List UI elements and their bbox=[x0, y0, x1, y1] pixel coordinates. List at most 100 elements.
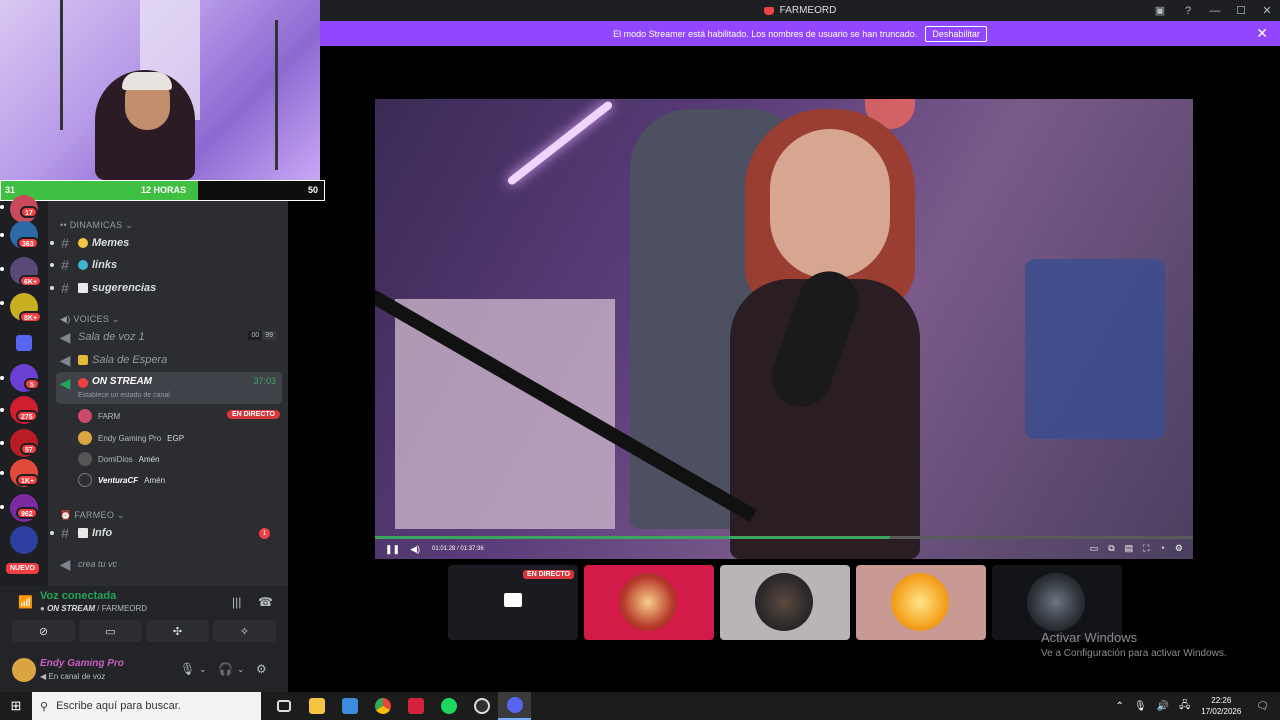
screen-share-button[interactable]: ▭ bbox=[79, 620, 142, 642]
task-view-button[interactable] bbox=[267, 692, 300, 720]
voice-channel-on-stream[interactable]: ◀ ON STREAM 37:03 Establece un estado de… bbox=[56, 372, 282, 404]
participant-thumb[interactable] bbox=[720, 565, 850, 640]
user-name[interactable]: Endy Gaming Pro bbox=[40, 658, 124, 669]
voice-channel-sala-de-espera[interactable]: ◀ Sala de Espera bbox=[56, 350, 282, 370]
unread-pip bbox=[0, 267, 4, 271]
volume-icon[interactable]: 🔊 bbox=[1157, 701, 1169, 712]
voice-connected-label[interactable]: Voz conectada bbox=[40, 590, 116, 602]
playback-time: 01:01:28 / 01:37:36 bbox=[432, 546, 484, 552]
pause-icon[interactable]: ❚❚ bbox=[385, 544, 400, 555]
category-label: VOICES bbox=[73, 314, 110, 324]
participant-thumb[interactable] bbox=[584, 565, 714, 640]
stream-stage: ❚❚ ◀) 01:01:28 / 01:37:36 ▭ ⧉ ▤ ⛶ ◔ ⚙ EN… bbox=[288, 46, 1280, 692]
taskbar-clock[interactable]: 22:26 17/02/2026 bbox=[1201, 695, 1241, 717]
voice-location[interactable]: ● ON STREAM / FARMEORD bbox=[40, 604, 147, 613]
participant-thumb[interactable] bbox=[992, 565, 1122, 640]
channel-sugerencias[interactable]: # sugerencias bbox=[50, 278, 282, 298]
screen-share-thumb[interactable]: EN DIRECTO bbox=[448, 565, 578, 640]
channel-list: •• DINAMICAS ⌄ # Memes # links # sugeren… bbox=[48, 201, 288, 586]
soundboard-button[interactable]: ✧ bbox=[213, 620, 276, 642]
channel-label: crea tu vc bbox=[78, 559, 118, 569]
obs-button[interactable] bbox=[465, 692, 498, 720]
category-voices[interactable]: ◀) VOICES ⌄ bbox=[60, 314, 120, 325]
channel-links[interactable]: # links bbox=[50, 255, 282, 275]
pip-icon[interactable]: ▭ bbox=[1090, 543, 1099, 554]
settings-icon[interactable]: ⚙ bbox=[1175, 543, 1183, 554]
help-icon[interactable]: ? bbox=[1174, 0, 1202, 21]
spotify-button[interactable] bbox=[432, 692, 465, 720]
channel-label: links bbox=[92, 259, 118, 271]
channel-status[interactable]: Establece un estado de canal bbox=[78, 392, 170, 399]
tray-overflow-icon[interactable]: ⌃ bbox=[1116, 701, 1124, 712]
voice-user[interactable]: DomiDios Amén bbox=[78, 450, 160, 468]
avatar bbox=[78, 452, 92, 466]
webcam-stand bbox=[60, 0, 63, 130]
store-button[interactable] bbox=[333, 692, 366, 720]
notifications-icon[interactable]: 🗨 bbox=[1256, 701, 1269, 712]
fullscreen-icon[interactable]: ⛶ bbox=[1143, 543, 1149, 554]
mic-icon[interactable]: 🎙 bbox=[180, 662, 195, 676]
book-icon bbox=[78, 283, 88, 293]
discord-taskbar-button[interactable] bbox=[498, 692, 531, 720]
voice-channel-sala-de-voz[interactable]: ◀ Sala de voz 1 00 99 bbox=[56, 327, 282, 347]
headphones-icon[interactable]: 🎧 bbox=[218, 662, 233, 676]
category-label: DINAMICAS bbox=[69, 220, 123, 230]
participant-thumbnails: EN DIRECTO bbox=[448, 565, 1122, 640]
camera-off-button[interactable]: ⊘ bbox=[12, 620, 75, 642]
clock-date: 17/02/2026 bbox=[1201, 707, 1242, 716]
noise-suppression-icon[interactable]: ||| bbox=[232, 595, 241, 609]
voice-user[interactable]: VenturaCF Amén bbox=[78, 471, 165, 489]
channel-memes[interactable]: # Memes bbox=[50, 233, 282, 253]
minimize-button[interactable]: — bbox=[1202, 0, 1228, 21]
theater-icon[interactable]: ▤ bbox=[1125, 543, 1134, 554]
mic-icon[interactable]: 🎙 bbox=[1134, 701, 1147, 712]
file-explorer-button[interactable] bbox=[300, 692, 333, 720]
server-badge: 275 bbox=[16, 410, 38, 422]
category-farmeo[interactable]: ⏰ FARMEO ⌄ bbox=[60, 510, 125, 521]
speaker-icon: ◀ bbox=[59, 555, 71, 572]
unread-pip bbox=[0, 441, 4, 445]
chrome-icon bbox=[374, 698, 391, 714]
voice-user[interactable]: FARM bbox=[78, 407, 120, 425]
signal-icon[interactable]: 📶 bbox=[18, 595, 33, 609]
chrome-button[interactable] bbox=[366, 692, 399, 720]
user-settings-icon[interactable]: ⚙ bbox=[256, 662, 267, 676]
stream-video[interactable]: ❚❚ ◀) 01:01:28 / 01:37:36 ▭ ⧉ ▤ ⛶ ◔ ⚙ bbox=[375, 99, 1193, 559]
mention-badge: 1 bbox=[259, 527, 270, 539]
category-dinamicas[interactable]: •• DINAMICAS ⌄ bbox=[60, 220, 133, 231]
server-icon[interactable] bbox=[10, 526, 38, 554]
user-avatar[interactable] bbox=[12, 658, 36, 682]
banner-close-icon[interactable]: ✕ bbox=[1256, 25, 1268, 42]
network-icon[interactable]: 🖧 bbox=[1179, 698, 1190, 715]
chevron-down-icon[interactable]: ⌄ bbox=[199, 664, 207, 675]
speaker-icon: ◀ bbox=[59, 351, 71, 368]
hash-icon: # bbox=[61, 235, 69, 251]
disconnect-icon[interactable]: ☎ bbox=[258, 595, 273, 609]
activities-button[interactable]: ✣ bbox=[146, 620, 209, 642]
volume-icon[interactable]: ◀) bbox=[410, 544, 420, 555]
speed-icon[interactable]: ◔ bbox=[1159, 543, 1164, 554]
live-badge[interactable]: EN DIRECTO bbox=[226, 410, 280, 419]
user-limit-value: 99 bbox=[262, 331, 276, 340]
maximize-button[interactable]: ☐ bbox=[1228, 0, 1254, 21]
banner-text: El modo Streamer está habilitado. Los no… bbox=[613, 28, 918, 39]
taskbar-search[interactable]: ⚲ Escribe aquí para buscar. bbox=[32, 692, 261, 720]
inbox-icon[interactable]: ▣ bbox=[1146, 0, 1174, 21]
channel-info[interactable]: # Info 1 bbox=[50, 523, 282, 543]
voice-elapsed-time: 37:03 bbox=[253, 376, 276, 386]
new-server-badge[interactable]: NUEVO bbox=[6, 563, 39, 574]
popout-icon[interactable]: ⧉ bbox=[1108, 543, 1114, 554]
chevron-down-icon[interactable]: ⌄ bbox=[237, 664, 245, 675]
folder-icon[interactable] bbox=[16, 335, 32, 351]
unread-indicator bbox=[50, 286, 54, 290]
user-status-label: En canal de voz bbox=[48, 672, 106, 681]
close-button[interactable]: ✕ bbox=[1254, 0, 1280, 21]
voice-user[interactable]: Endy Gaming Pro EGP bbox=[78, 429, 184, 447]
voice-user-name: DomiDios bbox=[98, 454, 133, 464]
participant-thumb[interactable] bbox=[856, 565, 986, 640]
voice-channel-crea-tu-vc[interactable]: ◀ crea tu vc bbox=[56, 554, 282, 574]
start-button[interactable]: ⊞ bbox=[0, 692, 32, 720]
adobe-button[interactable] bbox=[399, 692, 432, 720]
search-icon: ⚲ bbox=[40, 700, 49, 713]
disable-streamer-mode-button[interactable]: Deshabilitar bbox=[925, 25, 987, 42]
